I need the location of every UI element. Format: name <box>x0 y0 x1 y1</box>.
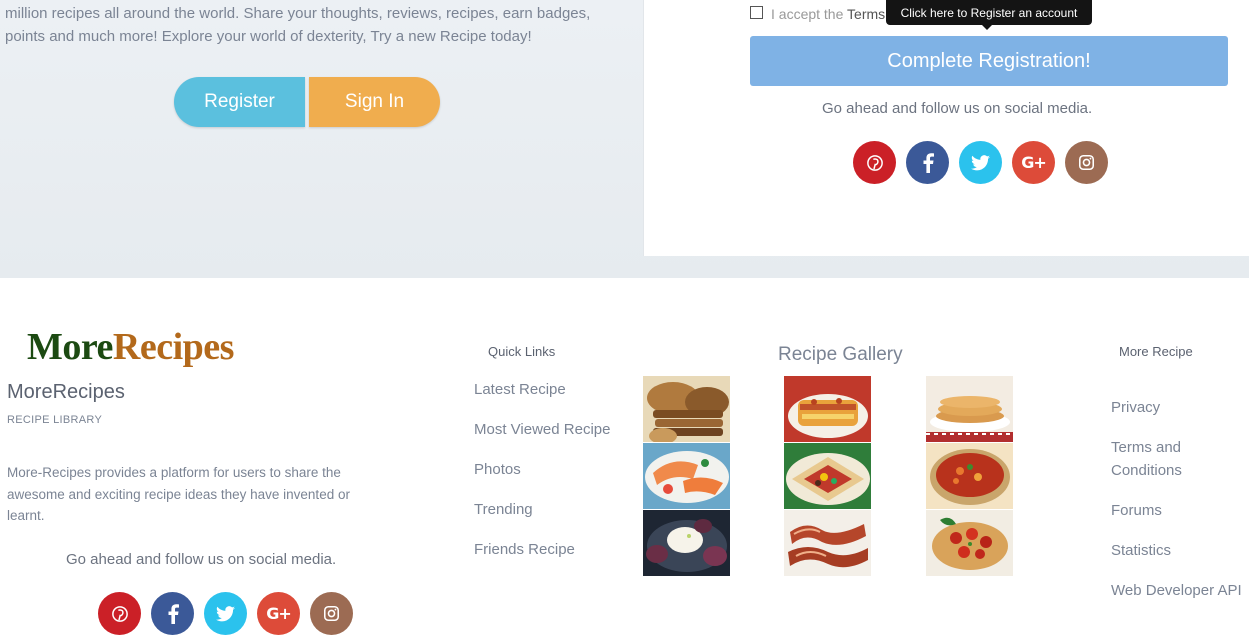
more-recipe-title: More Recipe <box>1119 344 1193 359</box>
facebook-icon[interactable] <box>151 592 194 635</box>
gallery-image-wraps[interactable] <box>784 443 871 509</box>
terms-prefix: I accept the <box>771 6 844 22</box>
recipe-gallery-title: Recipe Gallery <box>778 344 903 365</box>
link-statistics[interactable]: Statistics <box>1111 539 1249 562</box>
link-web-developer-api[interactable]: Web Developer API <box>1111 579 1249 602</box>
instagram-icon[interactable] <box>1065 141 1108 184</box>
link-privacy[interactable]: Privacy <box>1111 396 1249 419</box>
hero-description: million recipes all around the world. Sh… <box>5 5 591 45</box>
link-forums[interactable]: Forums <box>1111 499 1249 522</box>
brand-description: More-Recipes provides a platform for use… <box>7 465 350 523</box>
gallery-image-bacon[interactable] <box>784 510 871 576</box>
tooltip-arrow <box>982 25 992 30</box>
register-button[interactable]: Register <box>174 77 305 127</box>
quick-link-latest-recipe[interactable]: Latest Recipe <box>474 378 614 401</box>
gallery-image-tomato-soup[interactable] <box>926 443 1013 509</box>
registration-card: I accept the Terms Click here to Registe… <box>643 0 1249 256</box>
gallery-image-cheese-figs[interactable] <box>643 510 730 576</box>
complete-registration-button[interactable]: Complete Registration! <box>750 36 1228 86</box>
link-terms-and-conditions[interactable]: Terms and Conditions <box>1111 436 1249 482</box>
twitter-icon[interactable] <box>959 141 1002 184</box>
brand-tagline: RECIPE LIBRARY <box>7 414 103 426</box>
recipe-gallery <box>643 376 1013 576</box>
quick-links-title: Quick Links <box>488 344 556 359</box>
pinterest-icon[interactable] <box>853 141 896 184</box>
more-recipe-list: Privacy Terms and Conditions Forums Stat… <box>1111 396 1249 619</box>
footer-follow-text: Go ahead and follow us on social media. <box>66 551 337 568</box>
google-plus-icon[interactable]: G+ <box>257 592 300 635</box>
footer: MoreRecipes MoreRecipes RECIPE LIBRARY M… <box>0 278 1249 643</box>
terms-label: I accept the Terms <box>771 6 885 22</box>
register-tooltip: Click here to Register an account <box>886 0 1092 25</box>
quick-links-list: Latest Recipe Most Viewed Recipe Photos … <box>474 378 614 578</box>
google-plus-icon[interactable]: G+ <box>1012 141 1055 184</box>
more-recipes-logo[interactable]: MoreRecipes <box>27 325 234 369</box>
quick-link-friends-recipe[interactable]: Friends Recipe <box>474 538 614 561</box>
quick-link-photos[interactable]: Photos <box>474 458 614 481</box>
twitter-icon[interactable] <box>204 592 247 635</box>
brand-name: MoreRecipes <box>7 381 125 403</box>
gallery-image-pancakes[interactable] <box>926 376 1013 442</box>
logo-more: More <box>27 326 113 368</box>
sign-in-button[interactable]: Sign In <box>309 77 440 127</box>
quick-link-most-viewed-recipe[interactable]: Most Viewed Recipe <box>474 418 614 441</box>
footer-social-links: G+ <box>98 592 353 635</box>
instagram-icon[interactable] <box>310 592 353 635</box>
terms-checkbox[interactable] <box>750 6 763 19</box>
social-links: G+ <box>853 141 1108 184</box>
gallery-image-salmon[interactable] <box>643 443 730 509</box>
gallery-image-bread[interactable] <box>643 376 730 442</box>
terms-link[interactable]: Terms <box>847 6 885 22</box>
gallery-image-bruschetta[interactable] <box>926 510 1013 576</box>
quick-link-trending[interactable]: Trending <box>474 498 614 521</box>
gallery-image-lasagna[interactable] <box>784 376 871 442</box>
facebook-icon[interactable] <box>906 141 949 184</box>
pinterest-icon[interactable] <box>98 592 141 635</box>
follow-social-text: Go ahead and follow us on social media. <box>822 100 1093 117</box>
logo-recipes: Recipes <box>112 326 235 368</box>
hero-section: million recipes all around the world. Sh… <box>0 0 1249 278</box>
